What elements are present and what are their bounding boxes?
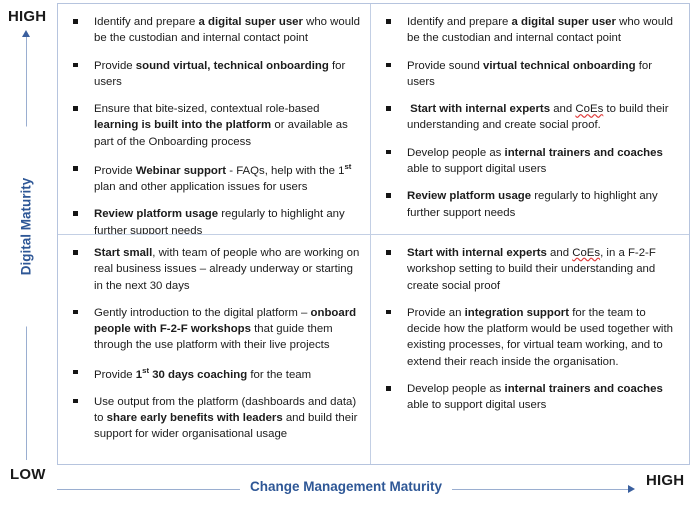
bullet-item: Develop people as internal trainers and … xyxy=(377,381,681,414)
bullet-item: Develop people as internal trainers and … xyxy=(377,145,681,178)
bullet-item: Provide Webinar support - FAQs, help wit… xyxy=(64,161,362,195)
quadrant-top-right: Identify and prepare a digital super use… xyxy=(371,4,689,235)
horizontal-axis-high-label: HIGH xyxy=(646,472,685,489)
bullet-list: Start small, with team of people who are… xyxy=(64,245,362,443)
bullet-item: Use output from the platform (dashboards… xyxy=(64,394,362,443)
bullet-item: Start small, with team of people who are… xyxy=(64,245,362,294)
bullet-item: Start with internal experts and CoEs, in… xyxy=(377,245,681,294)
bullet-list: Identify and prepare a digital super use… xyxy=(64,14,362,234)
bullet-item: Review platform usage regularly to highl… xyxy=(377,188,681,221)
bullet-item: Provide sound virtual, technical onboard… xyxy=(64,58,362,91)
quadrant-bottom-left: Start small, with team of people who are… xyxy=(58,235,371,464)
vertical-axis-low-label: LOW xyxy=(10,466,46,483)
vertical-axis-label: Digital Maturity xyxy=(15,126,37,327)
quadrant-matrix: Identify and prepare a digital super use… xyxy=(57,3,690,465)
horizontal-axis: Change Management Maturity xyxy=(57,479,635,500)
bullet-item: Provide an integration support for the t… xyxy=(377,305,681,370)
vertical-axis-high-label: HIGH xyxy=(8,8,47,25)
bullet-item: Start with internal experts and CoEs to … xyxy=(377,101,681,134)
quadrant-top-left: Identify and prepare a digital super use… xyxy=(58,4,371,235)
quadrant-bottom-right: Start with internal experts and CoEs, in… xyxy=(371,235,689,464)
vertical-axis: Digital Maturity xyxy=(14,30,40,460)
horizontal-axis-label: Change Management Maturity xyxy=(239,479,453,494)
bullet-list: Identify and prepare a digital super use… xyxy=(377,14,681,221)
bullet-item: Ensure that bite-sized, contextual role-… xyxy=(64,101,362,150)
bullet-item: Identify and prepare a digital super use… xyxy=(377,14,681,47)
bullet-item: Gently introduction to the digital platf… xyxy=(64,305,362,354)
bullet-item: Identify and prepare a digital super use… xyxy=(64,14,362,47)
right-arrow-icon xyxy=(628,485,635,493)
bullet-item: Review platform usage regularly to highl… xyxy=(64,206,362,234)
bullet-item: Provide 1st 30 days coaching for the tea… xyxy=(64,365,362,383)
up-arrow-icon xyxy=(22,30,30,37)
bullet-list: Start with internal experts and CoEs, in… xyxy=(377,245,681,414)
bullet-item: Provide sound virtual technical onboardi… xyxy=(377,58,681,91)
